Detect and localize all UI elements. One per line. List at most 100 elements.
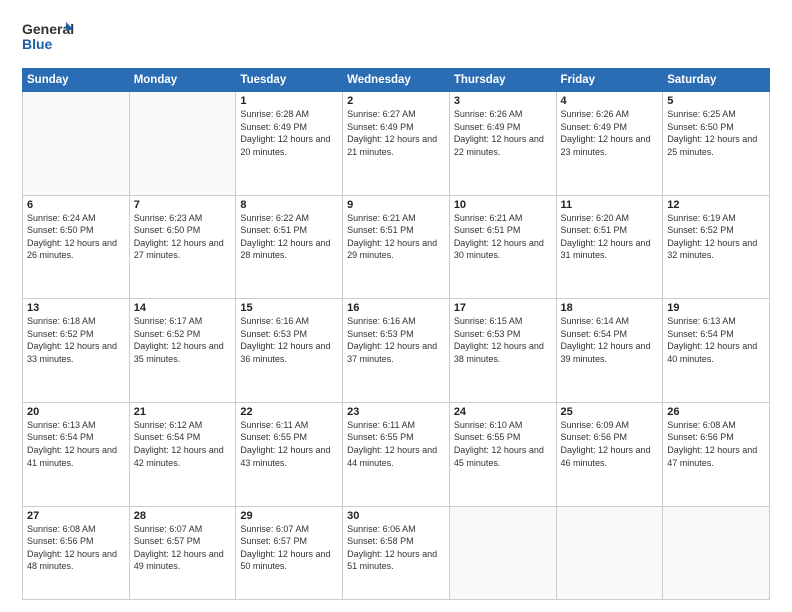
day-cell: 6Sunrise: 6:24 AM Sunset: 6:50 PM Daylig… — [23, 195, 130, 299]
day-number: 11 — [561, 199, 659, 211]
week-row-5: 27Sunrise: 6:08 AM Sunset: 6:56 PM Dayli… — [23, 506, 770, 600]
day-info: Sunrise: 6:13 AM Sunset: 6:54 PM Dayligh… — [667, 315, 765, 365]
day-info: Sunrise: 6:22 AM Sunset: 6:51 PM Dayligh… — [240, 212, 338, 262]
day-number: 20 — [27, 406, 125, 418]
day-number: 19 — [667, 302, 765, 314]
day-number: 2 — [347, 95, 445, 107]
day-number: 1 — [240, 95, 338, 107]
day-cell: 21Sunrise: 6:12 AM Sunset: 6:54 PM Dayli… — [129, 402, 236, 506]
day-cell: 30Sunrise: 6:06 AM Sunset: 6:58 PM Dayli… — [343, 506, 450, 600]
day-cell: 11Sunrise: 6:20 AM Sunset: 6:51 PM Dayli… — [556, 195, 663, 299]
day-cell: 14Sunrise: 6:17 AM Sunset: 6:52 PM Dayli… — [129, 299, 236, 403]
day-info: Sunrise: 6:24 AM Sunset: 6:50 PM Dayligh… — [27, 212, 125, 262]
day-info: Sunrise: 6:26 AM Sunset: 6:49 PM Dayligh… — [561, 108, 659, 158]
day-number: 30 — [347, 510, 445, 522]
day-info: Sunrise: 6:27 AM Sunset: 6:49 PM Dayligh… — [347, 108, 445, 158]
day-header-friday: Friday — [556, 69, 663, 92]
week-row-3: 13Sunrise: 6:18 AM Sunset: 6:52 PM Dayli… — [23, 299, 770, 403]
day-cell: 27Sunrise: 6:08 AM Sunset: 6:56 PM Dayli… — [23, 506, 130, 600]
week-row-1: 1Sunrise: 6:28 AM Sunset: 6:49 PM Daylig… — [23, 92, 770, 196]
day-cell: 17Sunrise: 6:15 AM Sunset: 6:53 PM Dayli… — [449, 299, 556, 403]
day-cell: 20Sunrise: 6:13 AM Sunset: 6:54 PM Dayli… — [23, 402, 130, 506]
day-info: Sunrise: 6:21 AM Sunset: 6:51 PM Dayligh… — [454, 212, 552, 262]
day-number: 14 — [134, 302, 232, 314]
day-number: 12 — [667, 199, 765, 211]
day-info: Sunrise: 6:16 AM Sunset: 6:53 PM Dayligh… — [347, 315, 445, 365]
day-cell: 25Sunrise: 6:09 AM Sunset: 6:56 PM Dayli… — [556, 402, 663, 506]
day-cell: 12Sunrise: 6:19 AM Sunset: 6:52 PM Dayli… — [663, 195, 770, 299]
day-info: Sunrise: 6:26 AM Sunset: 6:49 PM Dayligh… — [454, 108, 552, 158]
day-cell: 1Sunrise: 6:28 AM Sunset: 6:49 PM Daylig… — [236, 92, 343, 196]
day-number: 7 — [134, 199, 232, 211]
day-cell: 3Sunrise: 6:26 AM Sunset: 6:49 PM Daylig… — [449, 92, 556, 196]
day-info: Sunrise: 6:11 AM Sunset: 6:55 PM Dayligh… — [240, 419, 338, 469]
day-info: Sunrise: 6:07 AM Sunset: 6:57 PM Dayligh… — [134, 523, 232, 573]
day-cell: 8Sunrise: 6:22 AM Sunset: 6:51 PM Daylig… — [236, 195, 343, 299]
day-cell: 18Sunrise: 6:14 AM Sunset: 6:54 PM Dayli… — [556, 299, 663, 403]
day-cell: 5Sunrise: 6:25 AM Sunset: 6:50 PM Daylig… — [663, 92, 770, 196]
day-number: 3 — [454, 95, 552, 107]
logo: General Blue — [22, 18, 74, 58]
day-cell — [663, 506, 770, 600]
week-row-4: 20Sunrise: 6:13 AM Sunset: 6:54 PM Dayli… — [23, 402, 770, 506]
day-cell: 29Sunrise: 6:07 AM Sunset: 6:57 PM Dayli… — [236, 506, 343, 600]
day-cell: 16Sunrise: 6:16 AM Sunset: 6:53 PM Dayli… — [343, 299, 450, 403]
day-cell: 13Sunrise: 6:18 AM Sunset: 6:52 PM Dayli… — [23, 299, 130, 403]
day-info: Sunrise: 6:10 AM Sunset: 6:55 PM Dayligh… — [454, 419, 552, 469]
day-cell: 15Sunrise: 6:16 AM Sunset: 6:53 PM Dayli… — [236, 299, 343, 403]
day-number: 6 — [27, 199, 125, 211]
day-number: 22 — [240, 406, 338, 418]
day-header-thursday: Thursday — [449, 69, 556, 92]
day-header-sunday: Sunday — [23, 69, 130, 92]
day-cell: 4Sunrise: 6:26 AM Sunset: 6:49 PM Daylig… — [556, 92, 663, 196]
day-info: Sunrise: 6:23 AM Sunset: 6:50 PM Dayligh… — [134, 212, 232, 262]
day-info: Sunrise: 6:15 AM Sunset: 6:53 PM Dayligh… — [454, 315, 552, 365]
day-info: Sunrise: 6:17 AM Sunset: 6:52 PM Dayligh… — [134, 315, 232, 365]
day-number: 26 — [667, 406, 765, 418]
day-cell: 19Sunrise: 6:13 AM Sunset: 6:54 PM Dayli… — [663, 299, 770, 403]
day-info: Sunrise: 6:13 AM Sunset: 6:54 PM Dayligh… — [27, 419, 125, 469]
day-info: Sunrise: 6:08 AM Sunset: 6:56 PM Dayligh… — [27, 523, 125, 573]
svg-text:Blue: Blue — [22, 36, 53, 52]
header: General Blue — [22, 18, 770, 58]
day-info: Sunrise: 6:12 AM Sunset: 6:54 PM Dayligh… — [134, 419, 232, 469]
day-info: Sunrise: 6:08 AM Sunset: 6:56 PM Dayligh… — [667, 419, 765, 469]
day-number: 15 — [240, 302, 338, 314]
day-header-monday: Monday — [129, 69, 236, 92]
day-number: 23 — [347, 406, 445, 418]
day-info: Sunrise: 6:19 AM Sunset: 6:52 PM Dayligh… — [667, 212, 765, 262]
day-number: 24 — [454, 406, 552, 418]
week-row-2: 6Sunrise: 6:24 AM Sunset: 6:50 PM Daylig… — [23, 195, 770, 299]
day-info: Sunrise: 6:11 AM Sunset: 6:55 PM Dayligh… — [347, 419, 445, 469]
day-cell: 26Sunrise: 6:08 AM Sunset: 6:56 PM Dayli… — [663, 402, 770, 506]
day-cell: 10Sunrise: 6:21 AM Sunset: 6:51 PM Dayli… — [449, 195, 556, 299]
day-info: Sunrise: 6:09 AM Sunset: 6:56 PM Dayligh… — [561, 419, 659, 469]
day-cell: 24Sunrise: 6:10 AM Sunset: 6:55 PM Dayli… — [449, 402, 556, 506]
calendar-header: SundayMondayTuesdayWednesdayThursdayFrid… — [23, 69, 770, 92]
day-number: 5 — [667, 95, 765, 107]
day-cell: 7Sunrise: 6:23 AM Sunset: 6:50 PM Daylig… — [129, 195, 236, 299]
day-number: 29 — [240, 510, 338, 522]
day-number: 4 — [561, 95, 659, 107]
day-number: 17 — [454, 302, 552, 314]
day-info: Sunrise: 6:14 AM Sunset: 6:54 PM Dayligh… — [561, 315, 659, 365]
day-number: 21 — [134, 406, 232, 418]
day-cell — [129, 92, 236, 196]
day-info: Sunrise: 6:21 AM Sunset: 6:51 PM Dayligh… — [347, 212, 445, 262]
day-cell: 23Sunrise: 6:11 AM Sunset: 6:55 PM Dayli… — [343, 402, 450, 506]
day-header-wednesday: Wednesday — [343, 69, 450, 92]
day-header-tuesday: Tuesday — [236, 69, 343, 92]
calendar-body: 1Sunrise: 6:28 AM Sunset: 6:49 PM Daylig… — [23, 92, 770, 600]
day-number: 25 — [561, 406, 659, 418]
day-cell — [556, 506, 663, 600]
logo-svg: General Blue — [22, 18, 74, 58]
day-info: Sunrise: 6:07 AM Sunset: 6:57 PM Dayligh… — [240, 523, 338, 573]
day-number: 9 — [347, 199, 445, 211]
day-number: 10 — [454, 199, 552, 211]
header-row: SundayMondayTuesdayWednesdayThursdayFrid… — [23, 69, 770, 92]
day-number: 8 — [240, 199, 338, 211]
day-number: 28 — [134, 510, 232, 522]
day-cell: 2Sunrise: 6:27 AM Sunset: 6:49 PM Daylig… — [343, 92, 450, 196]
day-info: Sunrise: 6:18 AM Sunset: 6:52 PM Dayligh… — [27, 315, 125, 365]
day-number: 18 — [561, 302, 659, 314]
